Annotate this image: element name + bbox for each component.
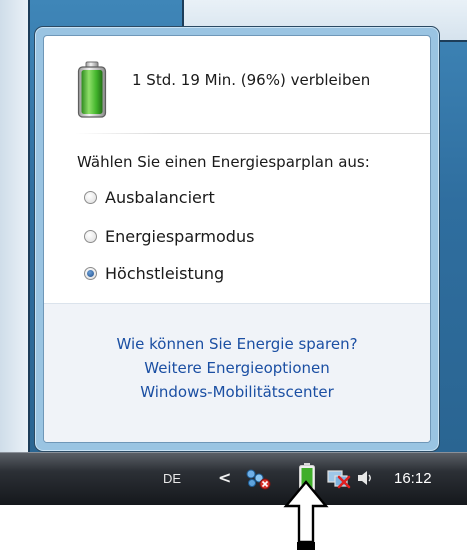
plan-option-label: Höchstleistung bbox=[105, 264, 225, 283]
battery-status-text: 1 Std. 19 Min. (96%) verbleiben bbox=[132, 71, 371, 89]
links-area: Wie können Sie Energie sparen? Weitere E… bbox=[44, 303, 430, 442]
plan-option-ausbalanciert[interactable]: Ausbalanciert bbox=[84, 188, 215, 207]
plan-option-hoechstleistung[interactable]: Höchstleistung bbox=[84, 264, 224, 283]
radio-button[interactable] bbox=[84, 230, 97, 243]
network-icon[interactable] bbox=[245, 468, 271, 490]
radio-button[interactable] bbox=[84, 191, 97, 204]
battery-icon bbox=[77, 61, 107, 118]
power-plan-heading: Wählen Sie einen Energiesparplan aus: bbox=[77, 153, 370, 171]
link-energie-sparen[interactable]: Wie können Sie Energie sparen? bbox=[44, 335, 430, 353]
plan-option-label: Energiesparmodus bbox=[105, 227, 255, 246]
battery-flyout: 1 Std. 19 Min. (96%) verbleiben Wählen S… bbox=[34, 26, 440, 452]
pointer-arrow-icon bbox=[283, 480, 329, 550]
clock[interactable]: 16:12 bbox=[394, 470, 432, 487]
radio-button-selected[interactable] bbox=[84, 267, 97, 280]
taskbar: DE < 16:12 bbox=[0, 452, 467, 505]
link-mobilitaetscenter[interactable]: Windows-Mobilitätscenter bbox=[44, 383, 430, 401]
separator bbox=[75, 133, 430, 134]
plan-option-label: Ausbalanciert bbox=[105, 188, 215, 207]
display-icon[interactable] bbox=[326, 468, 354, 490]
background-window-left bbox=[0, 0, 30, 452]
flyout-panel: 1 Std. 19 Min. (96%) verbleiben Wählen S… bbox=[43, 35, 431, 443]
link-energieoptionen[interactable]: Weitere Energieoptionen bbox=[44, 359, 430, 377]
volume-icon[interactable] bbox=[356, 469, 374, 487]
show-hidden-icons-button[interactable]: < bbox=[218, 468, 231, 487]
language-indicator[interactable]: DE bbox=[163, 471, 181, 486]
plan-option-energiesparmodus[interactable]: Energiesparmodus bbox=[84, 227, 254, 246]
